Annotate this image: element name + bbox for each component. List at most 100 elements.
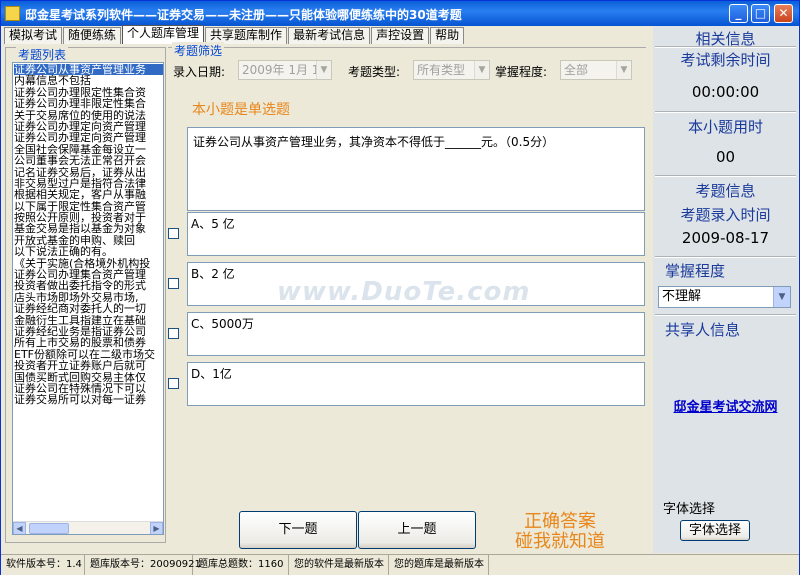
divider	[655, 111, 796, 113]
option-d-text[interactable]: D、1亿	[187, 362, 645, 406]
db-update-status: 您的题库是最新版本	[389, 555, 489, 575]
tab-mock-exam[interactable]: 模拟考试	[4, 27, 63, 44]
chevron-down-icon[interactable]: ▼	[773, 287, 790, 307]
list-item[interactable]: 根据相关规定，客户从事融	[14, 189, 163, 200]
software-version: 软件版本号：1.4	[1, 555, 85, 575]
type-label: 考题类型:	[348, 65, 401, 79]
title-bar: 邸金星考试系列软件——证券交易——未注册——只能体验哪便练练中的30道考题 _ …	[1, 1, 799, 26]
list-item[interactable]: 证券公司办理限定性集合资	[14, 87, 163, 98]
list-item[interactable]: 非交易型过户是指符合法律	[14, 178, 163, 189]
list-item[interactable]: 金融衍生工具指建立在基础	[14, 315, 163, 326]
mastery-filter-select[interactable]: 全部 ▼	[560, 60, 632, 80]
dropdown-arrow-icon[interactable]: ▼	[316, 61, 331, 79]
question-type: 本小题是单选题	[192, 102, 290, 118]
list-item[interactable]: 投资者开立证券账户后就可	[14, 360, 163, 371]
option-a-text[interactable]: A、5 亿	[187, 212, 645, 256]
list-item[interactable]: 全国社会保障基金每设立一	[14, 144, 163, 155]
mastery-value: 不理解	[662, 289, 702, 304]
question-time-label: 本小题用时	[687, 118, 763, 136]
tab-voice-settings[interactable]: 声控设置	[371, 27, 430, 44]
list-item[interactable]: 国债买断式回购交易主体仅	[14, 372, 163, 383]
list-item[interactable]: 开放式基金的申购、赎回	[14, 235, 163, 246]
type-select[interactable]: 所有类型 ▼	[413, 60, 490, 80]
list-item[interactable]: 内幕信息不包括	[14, 75, 163, 86]
list-item[interactable]: 公司董事会无法正常召开会	[14, 155, 163, 166]
scroll-left-icon[interactable]: ◀	[13, 522, 26, 534]
next-question-button[interactable]: 下一题	[239, 511, 357, 549]
prev-question-button[interactable]: 上一题	[358, 511, 476, 549]
question-list-caption: 考题列表	[16, 46, 69, 63]
app-window: 邸金星考试系列软件——证券交易——未注册——只能体验哪便练练中的30道考题 _ …	[0, 0, 800, 575]
maximize-button[interactable]: □	[751, 4, 770, 23]
list-item[interactable]: 基金交易是指以基金为对象	[14, 223, 163, 234]
info-panel: 相关信息 考试剩余时间 00:00:00 本小题用时 00 考题信息 考题录入时…	[653, 26, 798, 553]
mastery-filter-value: 全部	[564, 63, 589, 77]
date-picker[interactable]: 2009年 1月 1日 ▼	[238, 60, 332, 80]
software-update-status: 您的软件是最新版本	[289, 555, 389, 575]
list-item[interactable]: 《关于实施(合格境外机构投	[14, 258, 163, 269]
list-item[interactable]: 投资者做出委托指令的形式	[14, 280, 163, 291]
list-item[interactable]: 所有上市交易的股票和债券	[14, 337, 163, 348]
mastery-label: 掌握程度	[665, 262, 726, 280]
question-list-group: 考题列表 证券公司从事资产管理业务 内幕信息不包括 证券公司办理限定性集合资 证…	[5, 46, 166, 543]
watermark: www.DuoTe.com	[277, 277, 531, 307]
close-button[interactable]: ✕	[774, 4, 793, 23]
question-list[interactable]: 证券公司从事资产管理业务 内幕信息不包括 证券公司办理限定性集合资 证券公司办理…	[12, 62, 164, 535]
font-select-button[interactable]: 字体选择	[680, 520, 750, 541]
tab-latest-info[interactable]: 最新考试信息	[288, 27, 371, 44]
list-item[interactable]: 证券交易所可以对每一证券	[14, 394, 163, 405]
show-answer-button[interactable]: 正确答案 碰我就知道	[515, 512, 605, 552]
list-item[interactable]: 以下说法正确的有。	[14, 246, 163, 257]
list-item[interactable]: ETF份额除可以在二级市场交	[14, 349, 163, 360]
type-value: 所有类型	[417, 63, 466, 77]
scroll-right-icon[interactable]: ▶	[150, 522, 163, 534]
list-item[interactable]: 关于交易席位的使用的说法	[14, 110, 163, 121]
filter-caption: 考题筛选	[172, 42, 225, 59]
mastery-select[interactable]: 不理解 ▼	[658, 286, 791, 308]
status-bar: 软件版本号：1.4 题库版本号：20090921 题库总题数：1160 您的软件…	[1, 554, 799, 575]
question-time-value: 00	[715, 148, 736, 166]
option-c-checkbox[interactable]	[168, 328, 179, 339]
list-item[interactable]: 按照公开原则，投资者对于	[14, 212, 163, 223]
entry-time-label: 考题录入时间	[680, 206, 771, 224]
sharer-info-label: 共享人信息	[665, 321, 741, 339]
mastery-filter-label: 掌握程度:	[495, 65, 548, 79]
total-questions: 题库总题数：1160	[193, 555, 289, 575]
list-item[interactable]: 证券公司在特殊情况下可以	[14, 383, 163, 394]
list-item[interactable]: 店头市场即场外交易市场,	[14, 292, 163, 303]
list-item[interactable]: 证券公司办理集合资产管理	[14, 269, 163, 280]
list-item[interactable]: 记名证券交易后，证券从出	[14, 167, 163, 178]
divider	[655, 175, 796, 177]
exam-remaining-value: 00:00:00	[691, 83, 760, 101]
horizontal-scrollbar[interactable]: ◀ ▶	[13, 521, 163, 534]
list-item[interactable]: 证券公司办理非限定性集合	[14, 98, 163, 109]
list-item[interactable]: 证券经纪业务是指证券公司	[14, 326, 163, 337]
scroll-thumb[interactable]	[29, 523, 69, 534]
list-item[interactable]: 证券经纪商对委托人的一切	[14, 303, 163, 314]
tab-practice[interactable]: 随便练练	[63, 27, 122, 44]
db-version: 题库版本号：20090921	[85, 555, 201, 575]
dropdown-arrow-icon[interactable]: ▼	[474, 61, 489, 79]
list-item[interactable]: 证券公司办理定向资产管理	[14, 121, 163, 132]
minimize-button[interactable]: _	[729, 4, 748, 23]
font-select-caption: 字体选择	[663, 502, 716, 517]
question-text: 证券公司从事资产管理业务，其净资本不得低于______元。（0.5分）	[187, 127, 645, 211]
divider	[655, 46, 796, 48]
tab-strip: 模拟考试 随便练练 个人题库管理 共享题库制作 最新考试信息 声控设置 帮助	[4, 25, 465, 44]
list-item[interactable]: 以下属于限定性集合资产管	[14, 201, 163, 212]
forum-link[interactable]: 邸金星考试交流网	[659, 398, 792, 418]
answer-line-1: 正确答案	[524, 511, 596, 532]
option-a: A、5 亿	[167, 212, 647, 256]
list-item[interactable]: 证券公司从事资产管理业务	[14, 64, 163, 76]
dropdown-arrow-icon[interactable]: ▼	[616, 61, 631, 79]
tab-help[interactable]: 帮助	[430, 27, 465, 44]
question-info-heading: 考题信息	[695, 182, 756, 200]
list-item[interactable]: 证券公司办理定向资产管理	[14, 132, 163, 143]
option-d-checkbox[interactable]	[168, 378, 179, 389]
option-d: D、1亿	[167, 362, 647, 406]
filter-group: 考题筛选 录入日期: 2009年 1月 1日 ▼ 考题类型: 所有类型 ▼ 掌握…	[168, 42, 646, 85]
option-c-text[interactable]: C、5000万	[187, 312, 645, 356]
divider	[655, 314, 796, 316]
option-a-checkbox[interactable]	[168, 228, 179, 239]
option-b-checkbox[interactable]	[168, 278, 179, 289]
